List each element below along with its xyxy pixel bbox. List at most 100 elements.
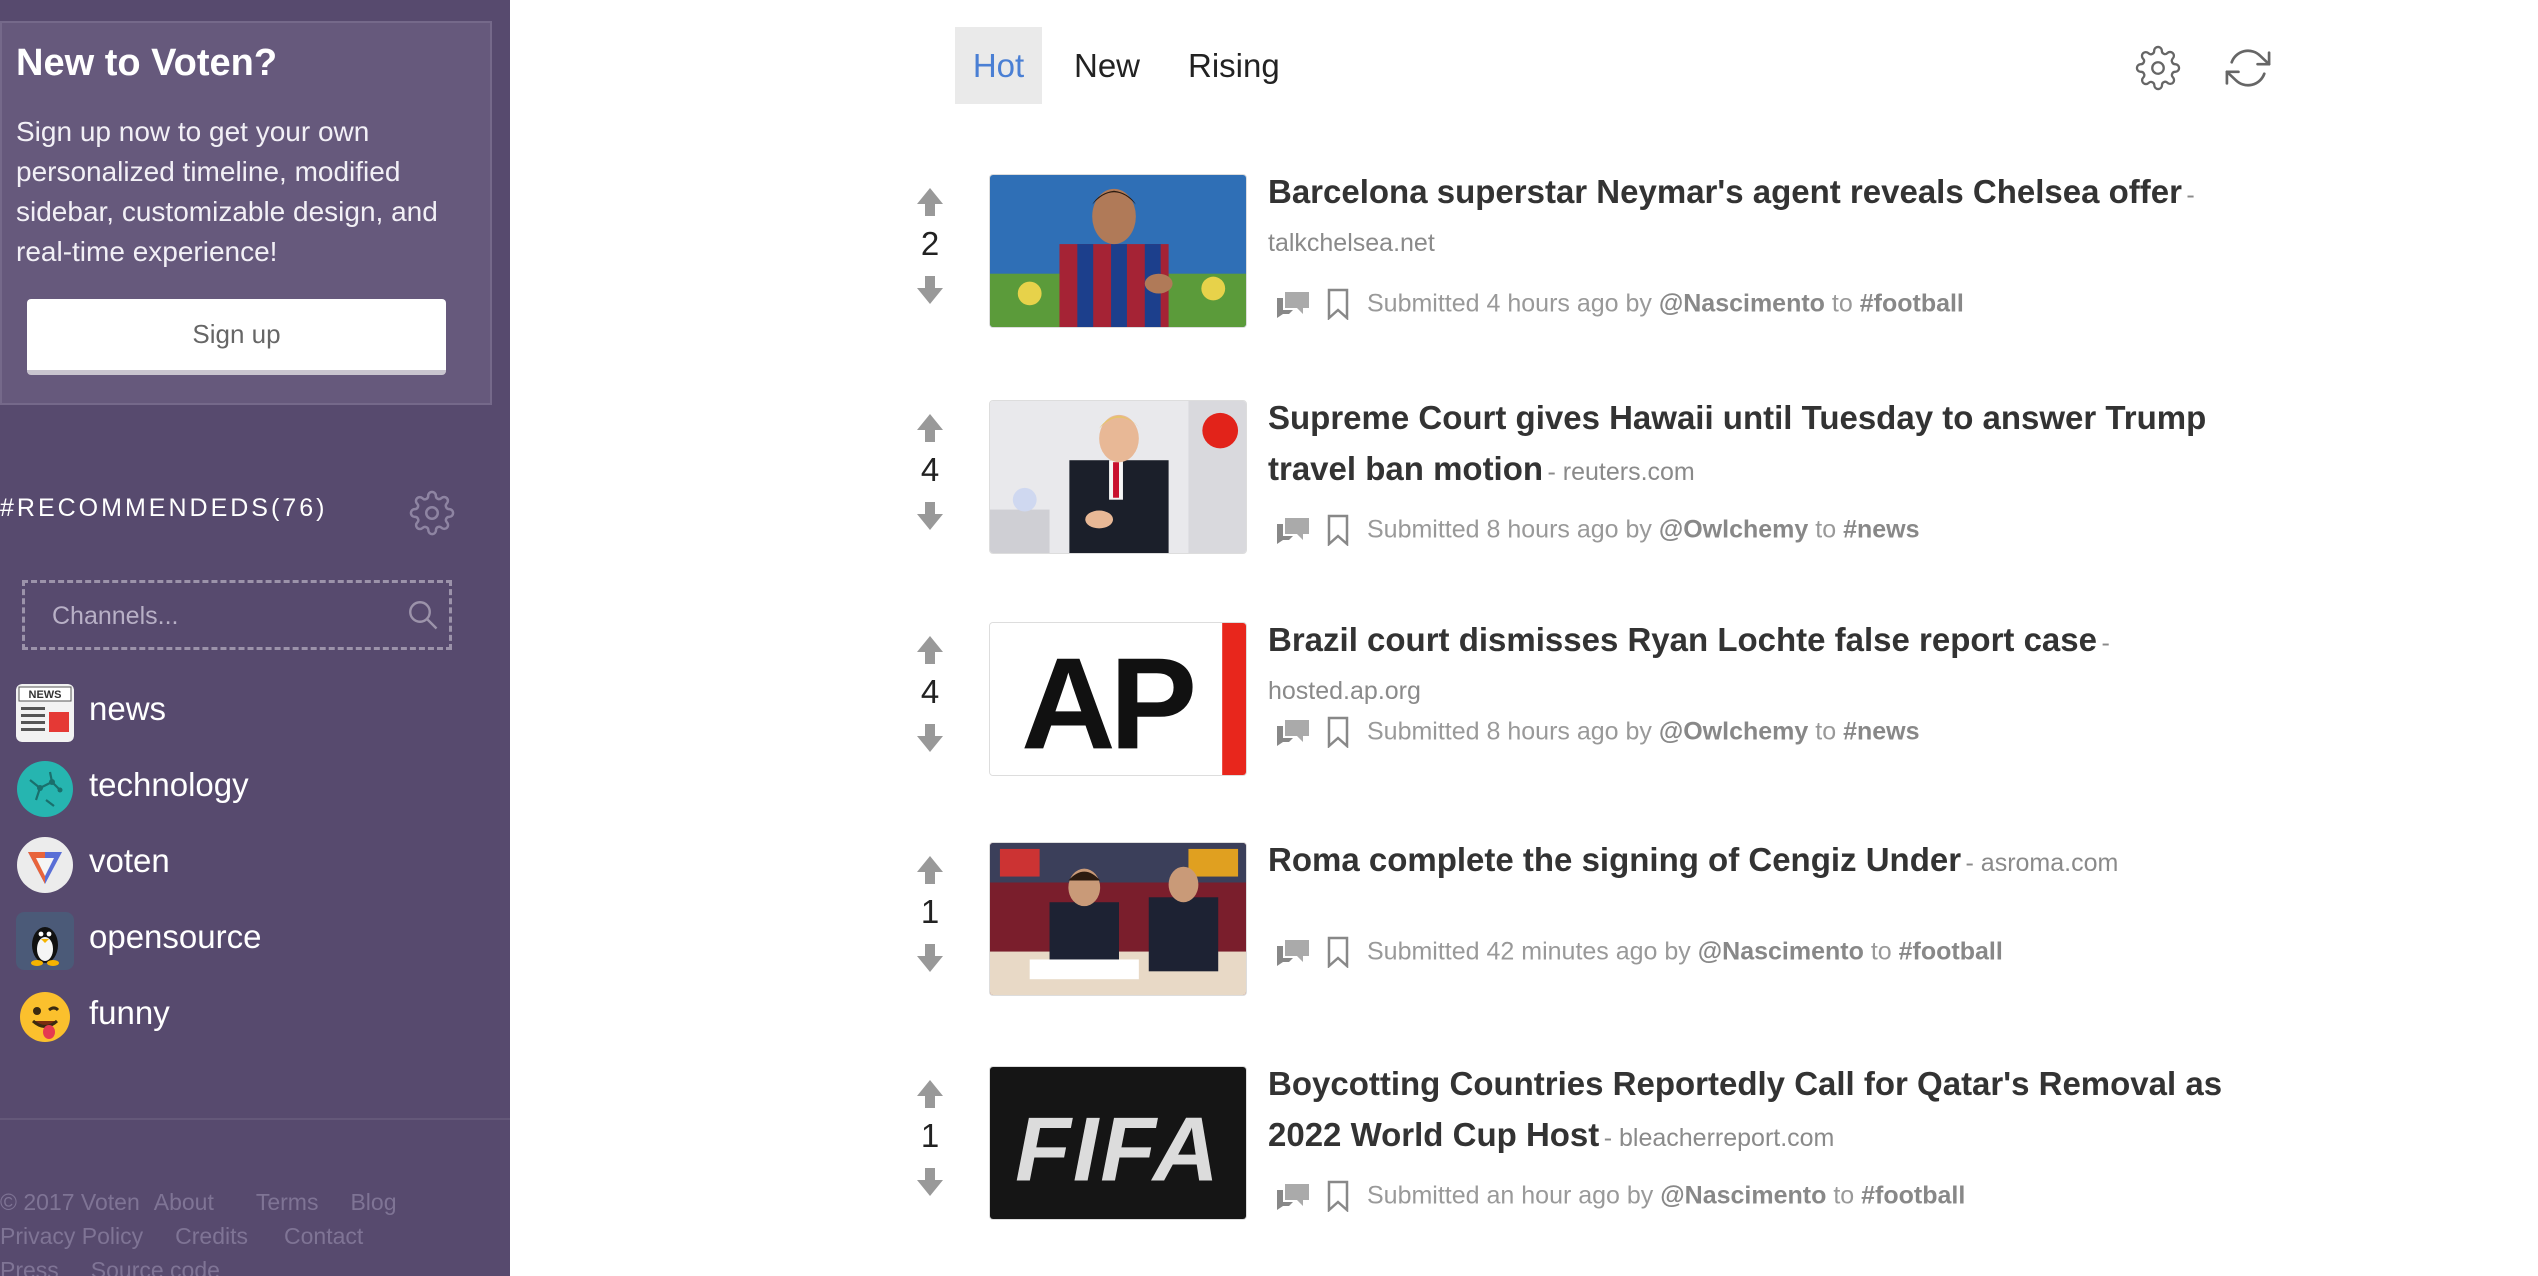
post-title-line: Boycotting Countries Reportedly Call for… xyxy=(1268,1062,2248,1164)
footer-link-source[interactable]: Source code xyxy=(91,1257,220,1276)
vote-count: 1 xyxy=(920,893,940,930)
channel-item-opensource[interactable]: opensource xyxy=(16,908,476,984)
tab-rising[interactable]: Rising xyxy=(1172,27,1296,104)
channel-item-funny[interactable]: funny xyxy=(16,984,476,1060)
post-item: 2 Barcelona superstar Neymar's agent rev… xyxy=(905,170,2255,340)
downvote-icon[interactable] xyxy=(916,500,944,532)
vote-count: 4 xyxy=(920,673,940,710)
downvote-icon[interactable] xyxy=(916,722,944,754)
post-thumbnail[interactable] xyxy=(989,174,1247,328)
penguin-icon xyxy=(16,912,74,970)
post-author[interactable]: @Nascimento xyxy=(1698,938,1864,966)
post-thumbnail[interactable]: FIFA xyxy=(989,1066,1247,1220)
fifa-logo-text: FIFA xyxy=(1015,1100,1221,1201)
post-channel[interactable]: #football xyxy=(1860,290,1964,318)
post-title[interactable]: Brazil court dismisses Ryan Lochte false… xyxy=(1268,621,2097,658)
comment-icon[interactable] xyxy=(1275,514,1311,546)
post-thumbnail[interactable]: AP xyxy=(989,622,1247,776)
technology-icon xyxy=(17,761,73,817)
post-meta: Submitted 8 hours ago by @Owlchemy to #n… xyxy=(1275,716,1920,756)
vote-box: 1 xyxy=(905,1062,955,1232)
post-domain[interactable]: - bleacherreport.com xyxy=(1604,1124,1835,1152)
recommended-header: #RECOMMENDEDS(76) xyxy=(0,494,328,522)
to-text: to xyxy=(1815,515,1837,544)
post-author[interactable]: @Nascimento xyxy=(1659,290,1825,318)
bookmark-icon[interactable] xyxy=(1325,716,1351,748)
refresh-icon[interactable] xyxy=(2225,45,2271,91)
post-title[interactable]: Roma complete the signing of Cengiz Unde… xyxy=(1268,841,1961,878)
post-domain[interactable]: - asroma.com xyxy=(1966,849,2119,877)
bookmark-icon[interactable] xyxy=(1325,514,1351,546)
footer-link-blog[interactable]: Blog xyxy=(350,1189,396,1215)
svg-text:NEWS: NEWS xyxy=(29,689,62,701)
channel-item-voten[interactable]: voten xyxy=(16,832,476,908)
post-channel[interactable]: #news xyxy=(1843,718,1919,746)
footer-link-credits[interactable]: Credits xyxy=(175,1223,248,1249)
search-icon[interactable] xyxy=(405,597,441,633)
channel-label: funny xyxy=(89,994,170,1031)
post-author[interactable]: @Owlchemy xyxy=(1659,718,1808,746)
channel-label: news xyxy=(89,690,167,727)
post-channel[interactable]: #football xyxy=(1861,1182,1965,1210)
comment-icon[interactable] xyxy=(1275,288,1311,320)
post-title[interactable]: Supreme Court gives Hawaii until Tuesday… xyxy=(1268,399,2206,487)
signup-text: Sign up now to get your own personalized… xyxy=(16,116,438,267)
post-title-line: Barcelona superstar Neymar's agent revea… xyxy=(1268,170,2248,269)
channel-search-input[interactable] xyxy=(50,583,394,649)
comment-icon[interactable] xyxy=(1275,716,1311,748)
post-item: 1 Roma complete the signing of Cengiz Un… xyxy=(905,838,2255,1008)
footer-link-privacy[interactable]: Privacy Policy xyxy=(0,1223,143,1249)
comment-icon[interactable] xyxy=(1275,1180,1311,1212)
bookmark-icon[interactable] xyxy=(1325,288,1351,320)
post-meta: Submitted 4 hours ago by @Nascimento to … xyxy=(1275,288,1964,328)
news-icon: NEWS xyxy=(16,684,74,742)
post-title-line: Roma complete the signing of Cengiz Unde… xyxy=(1268,838,2248,889)
post-item: 1 FIFA Boycotting Countries Reportedly C… xyxy=(905,1062,2255,1232)
post-meta: Submitted an hour ago by @Nascimento to … xyxy=(1275,1180,1965,1220)
gear-icon[interactable] xyxy=(409,490,455,536)
bookmark-icon[interactable] xyxy=(1325,1180,1351,1212)
post-channel[interactable]: #news xyxy=(1843,516,1919,544)
downvote-icon[interactable] xyxy=(916,1166,944,1198)
tab-hot[interactable]: Hot xyxy=(955,27,1042,104)
channel-label: voten xyxy=(89,842,170,879)
to-text: to xyxy=(1815,717,1837,746)
channel-item-news[interactable]: NEWS news xyxy=(16,680,476,756)
comment-icon[interactable] xyxy=(1275,936,1311,968)
channel-label: technology xyxy=(89,766,249,803)
vote-box: 4 xyxy=(905,396,955,566)
submitted-text: Submitted 4 hours ago by xyxy=(1367,289,1652,318)
downvote-icon[interactable] xyxy=(916,942,944,974)
post-item: 4 Supreme Court gives Hawaii until Tuesd… xyxy=(905,396,2255,566)
footer-link-press[interactable]: Press xyxy=(0,1257,59,1276)
upvote-icon[interactable] xyxy=(916,634,944,666)
post-thumbnail[interactable] xyxy=(989,842,1247,996)
bookmark-icon[interactable] xyxy=(1325,936,1351,968)
upvote-icon[interactable] xyxy=(916,854,944,886)
footer-link-about[interactable]: About xyxy=(154,1189,214,1215)
post-author[interactable]: @Nascimento xyxy=(1660,1182,1826,1210)
downvote-icon[interactable] xyxy=(916,274,944,306)
post-thumbnail[interactable] xyxy=(989,400,1247,554)
channel-label: opensource xyxy=(89,918,262,955)
tab-new[interactable]: New xyxy=(1058,27,1156,104)
ap-logo-text: AP xyxy=(1021,631,1193,775)
footer-link-contact[interactable]: Contact xyxy=(284,1223,363,1249)
post-domain[interactable]: - reuters.com xyxy=(1548,458,1695,486)
channel-item-technology[interactable]: technology xyxy=(16,756,476,832)
to-text: to xyxy=(1831,289,1853,318)
vote-box: 4 xyxy=(905,618,955,788)
upvote-icon[interactable] xyxy=(916,186,944,218)
post-title[interactable]: Barcelona superstar Neymar's agent revea… xyxy=(1268,173,2182,210)
footer-link-terms[interactable]: Terms xyxy=(256,1189,319,1215)
gear-icon[interactable] xyxy=(2135,45,2181,91)
vote-box: 2 xyxy=(905,170,955,340)
signup-button[interactable]: Sign up xyxy=(27,299,446,375)
post-author[interactable]: @Owlchemy xyxy=(1659,516,1808,544)
channel-list: NEWS news technology voten opensource fu… xyxy=(16,680,476,1060)
submitted-text: Submitted 8 hours ago by xyxy=(1367,515,1652,544)
voten-icon xyxy=(17,837,73,893)
post-channel[interactable]: #football xyxy=(1899,938,2003,966)
upvote-icon[interactable] xyxy=(916,1078,944,1110)
upvote-icon[interactable] xyxy=(916,412,944,444)
